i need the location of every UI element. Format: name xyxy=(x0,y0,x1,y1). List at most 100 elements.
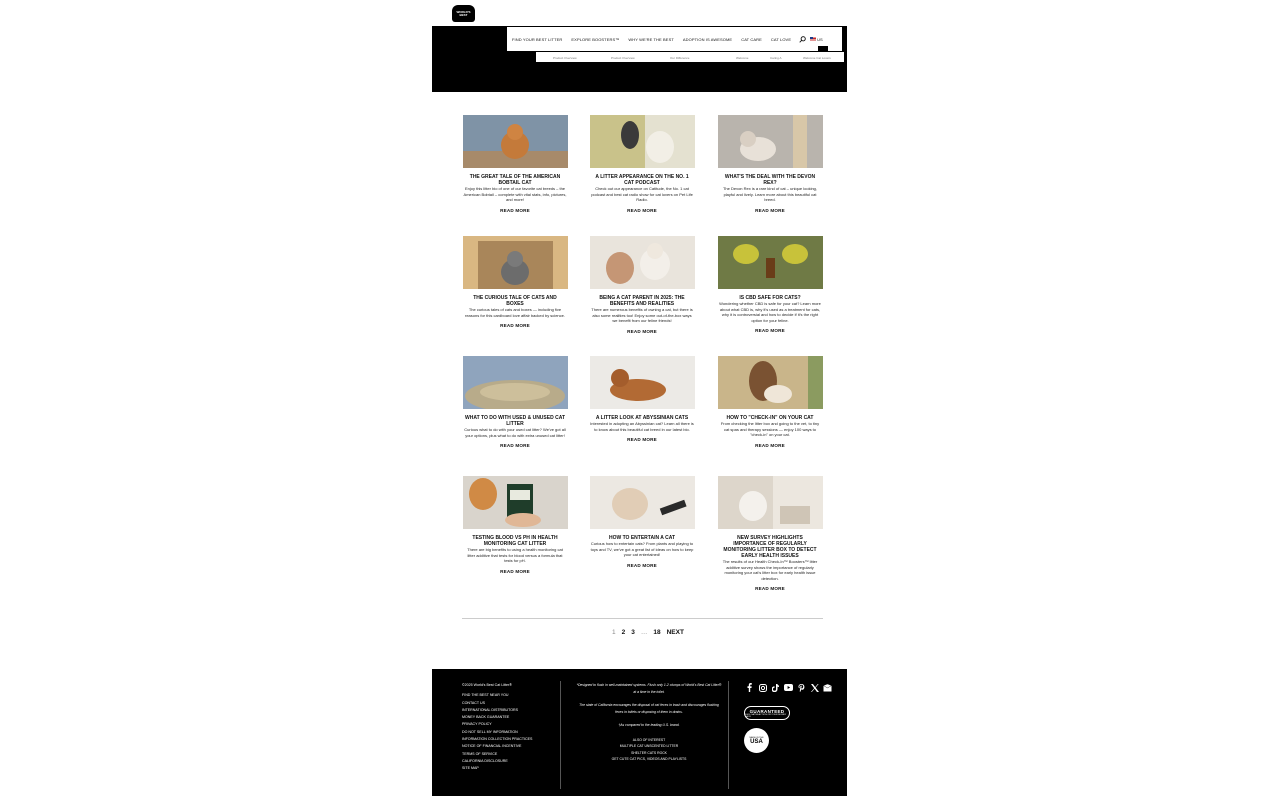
read-more-link[interactable]: READ MORE xyxy=(588,329,696,334)
locale-selector[interactable]: US xyxy=(810,37,823,42)
bobtail-cat-image[interactable] xyxy=(462,115,568,168)
read-more-link[interactable]: READ MORE xyxy=(461,443,569,448)
read-more-link[interactable]: READ MORE xyxy=(588,563,696,568)
read-more-link[interactable]: READ MORE xyxy=(461,323,569,328)
copyright: ©2025 World's Best Cat Litter® xyxy=(462,683,512,687)
tiktok-icon[interactable] xyxy=(771,683,780,692)
article-excerpt: The results of our Health Check-In™ Boos… xyxy=(722,559,818,581)
subnav-item[interactable]: Our Difference xyxy=(670,56,689,60)
footer-disclaimers: *Designed to flush in well-maintained sy… xyxy=(576,682,722,763)
subnav-item[interactable]: Welcome xyxy=(736,56,748,60)
comparison-disclaimer: †As compared to the leading U.S. brand. xyxy=(618,723,680,727)
podcast-cat-image[interactable] xyxy=(589,115,695,168)
nav-cat-care[interactable]: CAT CARE xyxy=(741,37,762,42)
read-more-link[interactable]: READ MORE xyxy=(461,208,569,213)
read-more-link[interactable]: READ MORE xyxy=(716,328,824,333)
article-card: How to "Check-In" on Your Cat From check… xyxy=(716,356,824,448)
cat-in-box-image[interactable] xyxy=(462,236,568,289)
nav-why-best[interactable]: WHY WE'RE THE BEST xyxy=(628,37,674,42)
subnav-item[interactable]: Product Overview xyxy=(611,56,635,60)
article-title[interactable]: Being a Cat Parent in 2025: The Benefits… xyxy=(588,295,696,307)
sub-nav: Product Overview Product Overview Our Di… xyxy=(536,52,844,62)
page-link[interactable]: 2 xyxy=(622,629,626,636)
x-icon[interactable] xyxy=(810,683,819,692)
footer-link[interactable]: DO NOT SELL MY INFORMATION xyxy=(462,729,532,736)
article-excerpt: Wondering whether CBD is safe for your c… xyxy=(719,301,821,323)
footer-links: ©2025 World's Best Cat Litter® FIND THE … xyxy=(462,682,532,773)
footer-link[interactable]: CALIFORNIA DISCLOSURE xyxy=(462,758,532,765)
article-title[interactable]: The Great Tale of the American Bobtail C… xyxy=(461,174,569,186)
nav-find-litter[interactable]: FIND YOUR BEST LITTER xyxy=(512,37,562,42)
cat-parent-image[interactable] xyxy=(589,236,695,289)
read-more-link[interactable]: READ MORE xyxy=(588,437,696,442)
also-link[interactable]: GET CUTE CAT PICS, VIDEOS AND PLAYLISTS xyxy=(576,756,722,763)
read-more-link[interactable]: READ MORE xyxy=(716,208,824,213)
footer-link[interactable]: SITE MAP xyxy=(462,765,532,772)
site-footer: ©2025 World's Best Cat Litter® FIND THE … xyxy=(432,669,847,796)
nav-adoption[interactable]: ADOPTION IS AWESOME xyxy=(683,37,732,42)
subnav-item[interactable]: Caring A xyxy=(770,56,782,60)
next-page-link[interactable]: NEXT xyxy=(667,629,684,636)
page: WORLD'S BEST FIND YOUR BEST LITTER EXPLO… xyxy=(0,0,1280,800)
read-more-link[interactable]: READ MORE xyxy=(461,569,569,574)
check-in-cat-image[interactable] xyxy=(717,356,823,409)
hero-edge-2 xyxy=(818,46,828,52)
devon-rex-cat-image[interactable] xyxy=(717,115,823,168)
article-title[interactable]: A Litter Appearance on the No. 1 Cat Pod… xyxy=(588,174,696,186)
page-current: 1 xyxy=(612,629,616,636)
footer-link[interactable]: INTERNATIONAL DISTRIBUTORS xyxy=(462,707,532,714)
article-title[interactable]: The Curious Tale of Cats and Boxes xyxy=(461,295,569,307)
page-link[interactable]: 3 xyxy=(631,629,635,636)
guaranteed-badge: GUARANTEED 100% SATISFACTION OR YOUR MON… xyxy=(744,706,790,720)
subnav-item[interactable]: Product Overview xyxy=(553,56,577,60)
nav-cat-love[interactable]: CAT LOVE xyxy=(771,37,791,42)
subnav-item[interactable]: Welcome Cat Lovers xyxy=(803,56,831,60)
content-divider xyxy=(462,618,823,619)
cat-litter-image[interactable] xyxy=(462,356,568,409)
footer-link[interactable]: PRIVACY POLICY xyxy=(462,721,532,728)
cbd-cat-image[interactable] xyxy=(717,236,823,289)
email-icon[interactable] xyxy=(823,683,832,692)
survey-cat-image[interactable] xyxy=(717,476,823,529)
page-link-last[interactable]: 18 xyxy=(653,629,660,636)
facebook-icon[interactable] xyxy=(745,683,754,692)
article-title[interactable]: Testing Blood vs pH in Health Monitoring… xyxy=(461,535,569,547)
nav-explore-boosters[interactable]: EXPLORE BOOSTERS™ xyxy=(571,37,619,42)
pagination: 1 2 3 … 18 NEXT xyxy=(612,629,684,636)
health-monitoring-litter-image[interactable] xyxy=(462,476,568,529)
footer-link[interactable]: MONEY BACK GUARANTEE xyxy=(462,714,532,721)
article-title[interactable]: What to Do with Used & Unused Cat Litter xyxy=(461,415,569,427)
abyssinian-cat-image[interactable] xyxy=(589,356,695,409)
footer-link[interactable]: TERMS OF SERVICE xyxy=(462,751,532,758)
pinterest-icon[interactable] xyxy=(797,683,806,692)
read-more-link[interactable]: READ MORE xyxy=(716,443,824,448)
social-links xyxy=(745,683,832,692)
youtube-icon[interactable] xyxy=(784,683,793,692)
entertain-cat-image[interactable] xyxy=(589,476,695,529)
read-more-link[interactable]: READ MORE xyxy=(588,208,696,213)
article-excerpt: Curious how to entertain cats? From plan… xyxy=(590,541,694,557)
article-excerpt: Check out our appearance on Catitude, th… xyxy=(591,186,693,202)
main-nav: FIND YOUR BEST LITTER EXPLORE BOOSTERS™ … xyxy=(507,27,842,51)
article-title[interactable]: New Survey Highlights Importance of Regu… xyxy=(716,535,824,559)
footer-divider xyxy=(728,681,729,789)
logo-line-2: BEST xyxy=(459,12,468,17)
brand-logo[interactable]: WORLD'S BEST xyxy=(452,5,475,22)
article-card: Is CBD Safe for Cats? Wondering whether … xyxy=(716,236,824,333)
footer-link[interactable]: INFORMATION COLLECTION PRACTICES xyxy=(462,736,532,743)
article-card: The Great Tale of the American Bobtail C… xyxy=(461,115,569,213)
footer-link[interactable]: FIND THE BEST NEAR YOU xyxy=(462,692,532,699)
instagram-icon[interactable] xyxy=(758,683,767,692)
made-in-usa-badge: MADE IN THE USA xyxy=(744,728,769,753)
footer-divider xyxy=(560,681,561,789)
article-title[interactable]: What's the Deal with the Devon Rex? xyxy=(716,174,824,186)
read-more-link[interactable]: READ MORE xyxy=(716,586,824,591)
search-icon[interactable] xyxy=(798,35,806,43)
guaranteed-sub: 100% SATISFACTION OR YOUR MONEY BACK xyxy=(745,713,787,718)
article-excerpt: There are big benefits to using a health… xyxy=(467,547,563,563)
article-card: A Litter Look at Abyssinian Cats Interes… xyxy=(588,356,696,442)
article-card: How to Entertain a Cat Curious how to en… xyxy=(588,476,696,568)
article-excerpt: The Devon Rex is a rare kind of cat – un… xyxy=(722,186,818,202)
footer-link[interactable]: CONTACT US xyxy=(462,700,532,707)
footer-link[interactable]: NOTICE OF FINANCIAL INCENTIVE xyxy=(462,743,532,750)
